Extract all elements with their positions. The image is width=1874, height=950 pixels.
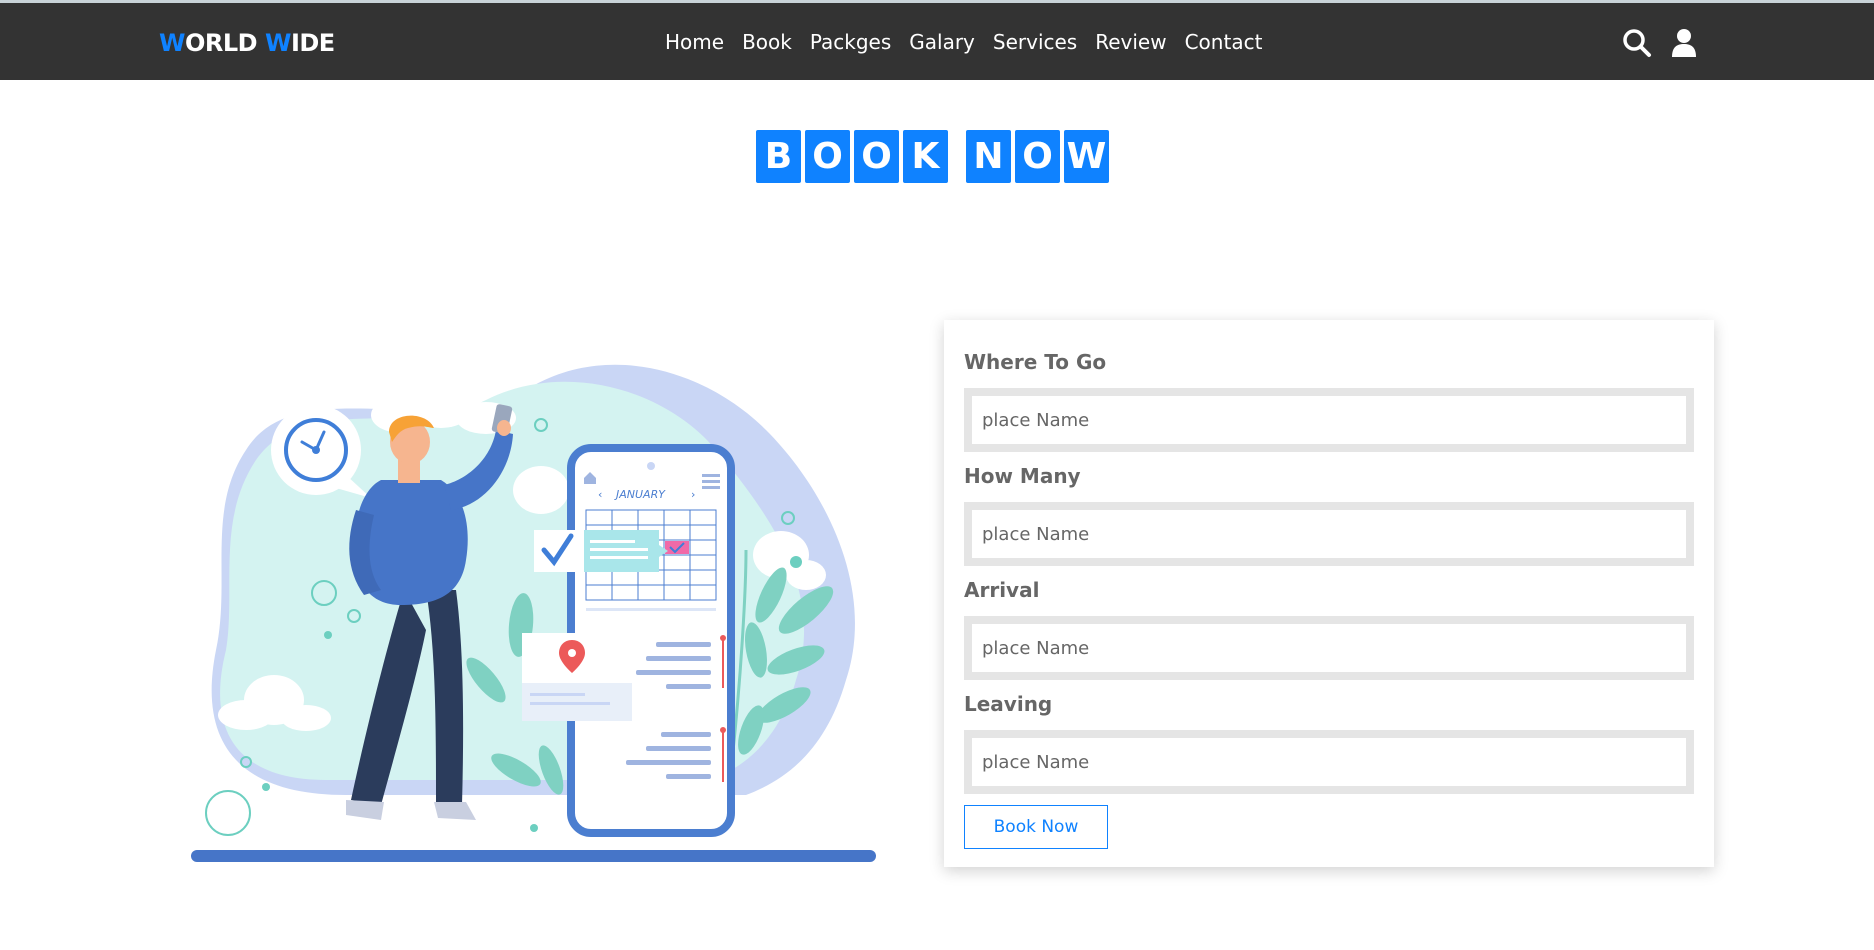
- how-many-input[interactable]: [964, 502, 1694, 566]
- svg-text:›: ›: [691, 488, 695, 501]
- title-letter: O: [1015, 130, 1060, 183]
- arrival-input[interactable]: [964, 616, 1694, 680]
- title-letter: O: [854, 130, 899, 183]
- svg-text:‹: ‹: [598, 488, 602, 501]
- how-many-label: How Many: [964, 464, 1081, 488]
- search-icon[interactable]: [1621, 27, 1653, 59]
- leaving-label: Leaving: [964, 692, 1053, 716]
- nav-book[interactable]: Book: [742, 30, 792, 54]
- nav-home[interactable]: Home: [665, 30, 724, 54]
- book-now-button[interactable]: Book Now: [964, 805, 1108, 849]
- title-letter: B: [756, 130, 801, 183]
- nav-services[interactable]: Services: [993, 30, 1077, 54]
- booking-illustration: JANUARY ‹ ›: [191, 364, 876, 862]
- leaving-input[interactable]: [964, 730, 1694, 794]
- page-title: B O O K N O W: [756, 130, 1109, 183]
- logo[interactable]: WORLD WIDE: [159, 29, 335, 57]
- arrival-label: Arrival: [964, 578, 1040, 602]
- nav-review[interactable]: Review: [1095, 30, 1166, 54]
- title-letter: O: [805, 130, 850, 183]
- booking-form: Where To Go How Many Arrival Leaving Boo…: [944, 320, 1714, 867]
- where-to-go-input[interactable]: [964, 388, 1694, 452]
- title-letter: W: [1064, 130, 1109, 183]
- title-letter: N: [966, 130, 1011, 183]
- nav-gallery[interactable]: Galary: [909, 30, 975, 54]
- nav-packages[interactable]: Packges: [810, 30, 891, 54]
- main-nav: Home Book Packges Galary Services Review…: [665, 30, 1262, 54]
- nav-contact[interactable]: Contact: [1185, 30, 1263, 54]
- where-to-go-label: Where To Go: [964, 350, 1107, 374]
- calendar-month: JANUARY: [614, 488, 666, 501]
- title-letter: K: [903, 130, 948, 183]
- user-icon[interactable]: [1668, 27, 1700, 59]
- navbar: WORLD WIDE Home Book Packges Galary Serv…: [0, 3, 1874, 80]
